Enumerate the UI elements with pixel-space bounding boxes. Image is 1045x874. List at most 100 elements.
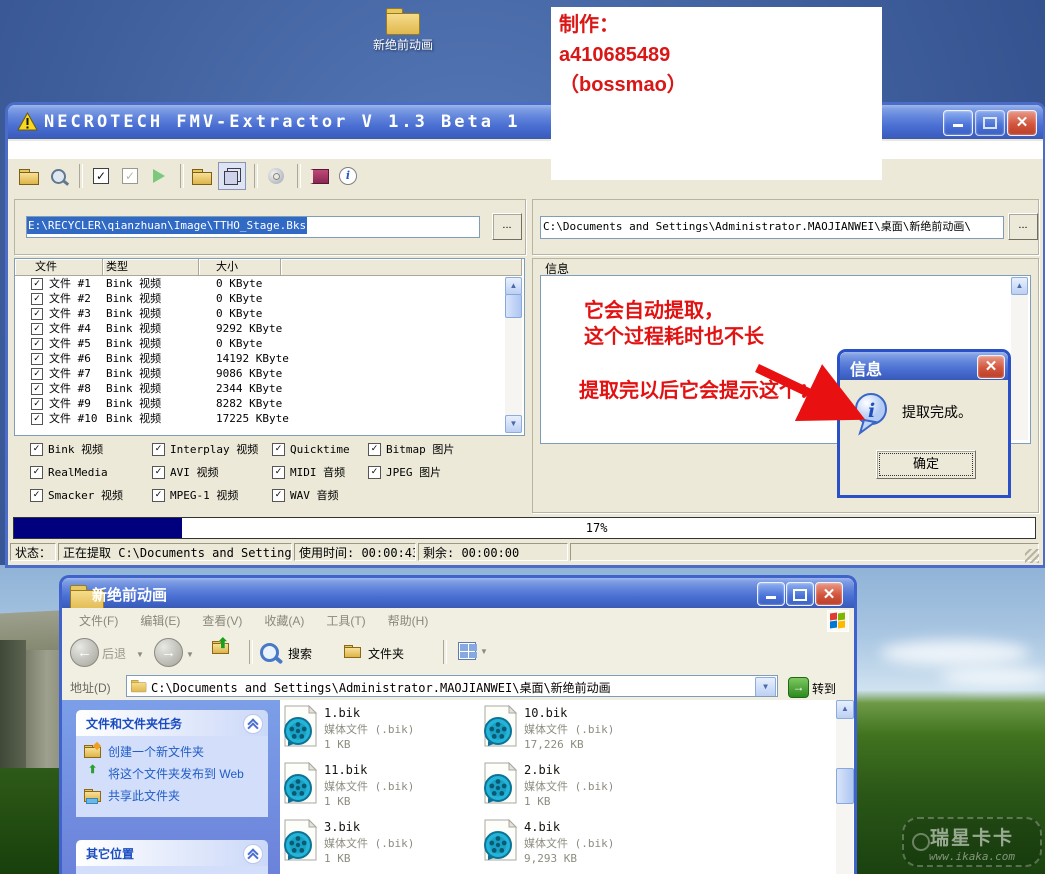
table-row[interactable]: 文件 #3 Bink 视频 0 KByte xyxy=(15,306,505,321)
save-all-button[interactable] xyxy=(218,162,246,190)
table-row[interactable]: 文件 #2 Bink 视频 0 KByte xyxy=(15,291,505,306)
scroll-up-button[interactable]: ▲ xyxy=(1011,277,1028,295)
format-checkbox[interactable] xyxy=(272,442,285,456)
select-all-button[interactable] xyxy=(88,163,114,189)
format-option[interactable]: WAV 音频 xyxy=(272,487,368,503)
about-button[interactable]: i xyxy=(335,163,361,189)
task-publish-web[interactable]: ⬆ 将这个文件夹发布到 Web xyxy=(84,764,260,782)
maximize-button[interactable] xyxy=(975,110,1005,136)
format-checkbox[interactable] xyxy=(368,465,381,479)
collapse-chevron-icon[interactable] xyxy=(243,714,263,734)
scroll-up-button[interactable]: ▲ xyxy=(836,700,854,719)
collapse-chevron-icon[interactable] xyxy=(243,844,263,864)
search-icon[interactable] xyxy=(260,643,279,662)
row-checkbox[interactable] xyxy=(31,368,43,380)
scrollbar-thumb[interactable] xyxy=(505,294,522,318)
file-tile[interactable]: 2.bik 媒体文件 (.bik) 1 KB xyxy=(483,760,683,817)
close-button[interactable]: ✕ xyxy=(1007,110,1037,136)
forward-button[interactable]: → xyxy=(154,638,183,667)
table-row[interactable]: 文件 #9 Bink 视频 8282 KByte xyxy=(15,396,505,411)
other-places-header[interactable]: 其它位置 xyxy=(76,840,268,866)
go-button-icon[interactable]: → xyxy=(788,677,809,698)
views-dropdown-icon[interactable]: ▼ xyxy=(480,647,488,656)
format-checkbox[interactable] xyxy=(30,488,43,502)
file-list-scrollbar[interactable]: ▲ ▼ xyxy=(505,277,522,433)
row-checkbox[interactable] xyxy=(31,413,43,425)
start-extract-button[interactable] xyxy=(146,163,172,189)
table-row[interactable]: 文件 #10 Bink 视频 17225 KByte xyxy=(15,411,505,426)
file-tile[interactable]: 3.bik 媒体文件 (.bik) 1 KB xyxy=(283,817,483,874)
menu-item[interactable]: 文件(F) xyxy=(68,612,129,629)
format-option[interactable]: Quicktime xyxy=(272,441,368,457)
folders-button-label[interactable]: 文件夹 xyxy=(368,645,404,662)
go-button-label[interactable]: 转到 xyxy=(812,680,836,697)
address-dropdown-button[interactable]: ▼ xyxy=(755,677,776,696)
task-create-folder[interactable]: 创建一个新文件夹 xyxy=(84,741,260,760)
explorer-titlebar[interactable]: 新绝前动画 ✕ xyxy=(62,578,854,608)
format-checkbox[interactable] xyxy=(152,465,165,479)
forward-dropdown-icon[interactable]: ▼ xyxy=(186,650,194,659)
scroll-up-button[interactable]: ▲ xyxy=(505,277,522,295)
search-button-label[interactable]: 搜索 xyxy=(288,645,312,662)
ok-button[interactable]: 确定 xyxy=(876,450,976,479)
row-checkbox[interactable] xyxy=(31,383,43,395)
source-browse-button[interactable]: ... xyxy=(492,213,522,240)
table-row[interactable]: 文件 #8 Bink 视频 2344 KByte xyxy=(15,381,505,396)
menu-item[interactable]: 查看(V) xyxy=(191,612,253,629)
file-tile[interactable]: 1.bik 媒体文件 (.bik) 1 KB xyxy=(283,703,483,760)
help-book-button[interactable] xyxy=(306,163,332,189)
table-row[interactable]: 文件 #6 Bink 视频 14192 KByte xyxy=(15,351,505,366)
source-path-input[interactable]: E:\RECYCLER\qianzhuan\Image\TTHO_Stage.B… xyxy=(26,216,480,238)
file-tile[interactable]: 11.bik 媒体文件 (.bik) 1 KB xyxy=(283,760,483,817)
format-option[interactable]: MIDI 音频 xyxy=(272,464,368,480)
address-input[interactable]: C:\Documents and Settings\Administrator.… xyxy=(126,675,778,697)
table-row[interactable]: 文件 #1 Bink 视频 0 KByte xyxy=(15,276,505,291)
format-option[interactable]: MPEG-1 视频 xyxy=(152,487,272,503)
file-tile[interactable]: 10.bik 媒体文件 (.bik) 17,226 KB xyxy=(483,703,683,760)
row-checkbox[interactable] xyxy=(31,338,43,350)
table-row[interactable]: 文件 #4 Bink 视频 9292 KByte xyxy=(15,321,505,336)
format-option[interactable]: Interplay 视频 xyxy=(152,441,272,457)
explorer-scrollbar[interactable]: ▲ xyxy=(836,700,854,874)
cd-button[interactable] xyxy=(263,163,289,189)
format-checkbox[interactable] xyxy=(30,442,43,456)
maximize-button[interactable] xyxy=(786,582,814,606)
file-tasks-header[interactable]: 文件和文件夹任务 xyxy=(76,710,268,736)
table-row[interactable]: 文件 #7 Bink 视频 9086 KByte xyxy=(15,366,505,381)
row-checkbox[interactable] xyxy=(31,353,43,365)
format-checkbox[interactable] xyxy=(152,442,165,456)
format-checkbox[interactable] xyxy=(152,488,165,502)
desktop-folder-shortcut[interactable]: 新绝前动画 xyxy=(362,8,444,53)
format-checkbox[interactable] xyxy=(272,488,285,502)
open-file-button[interactable] xyxy=(16,163,42,189)
row-checkbox[interactable] xyxy=(31,323,43,335)
format-option[interactable]: Bink 视频 xyxy=(30,441,152,457)
close-icon[interactable]: ✕ xyxy=(977,355,1005,379)
close-button[interactable]: ✕ xyxy=(815,582,843,606)
row-checkbox[interactable] xyxy=(31,308,43,320)
format-option[interactable]: Smacker 视频 xyxy=(30,487,152,503)
deselect-all-button[interactable] xyxy=(117,163,143,189)
column-header-type[interactable]: 类型 xyxy=(103,259,199,276)
table-row[interactable]: 文件 #5 Bink 视频 0 KByte xyxy=(15,336,505,351)
resize-grip[interactable] xyxy=(1025,549,1039,563)
back-button[interactable]: ← xyxy=(70,638,99,667)
row-checkbox[interactable] xyxy=(31,278,43,290)
row-checkbox[interactable] xyxy=(31,293,43,305)
format-option[interactable]: Bitmap 图片 xyxy=(368,441,478,457)
info-box-scrollbar[interactable]: ▲ xyxy=(1011,277,1028,440)
format-checkbox[interactable] xyxy=(30,465,43,479)
file-tile[interactable]: 4.bik 媒体文件 (.bik) 9,293 KB xyxy=(483,817,683,874)
task-share-folder[interactable]: 共享此文件夹 xyxy=(84,789,260,804)
format-option[interactable]: RealMedia xyxy=(30,464,152,480)
format-option[interactable]: JPEG 图片 xyxy=(368,464,478,480)
destination-browse-button[interactable]: ... xyxy=(1008,213,1038,240)
minimize-button[interactable] xyxy=(757,582,785,606)
back-dropdown-icon[interactable]: ▼ xyxy=(136,650,144,659)
minimize-button[interactable] xyxy=(943,110,973,136)
format-option[interactable]: AVI 视频 xyxy=(152,464,272,480)
menu-item[interactable]: 编辑(E) xyxy=(129,612,191,629)
column-header-size[interactable]: 大小 xyxy=(199,259,281,276)
back-button-label[interactable]: 后退 xyxy=(102,645,126,662)
menu-item[interactable]: 收藏(A) xyxy=(253,612,315,629)
